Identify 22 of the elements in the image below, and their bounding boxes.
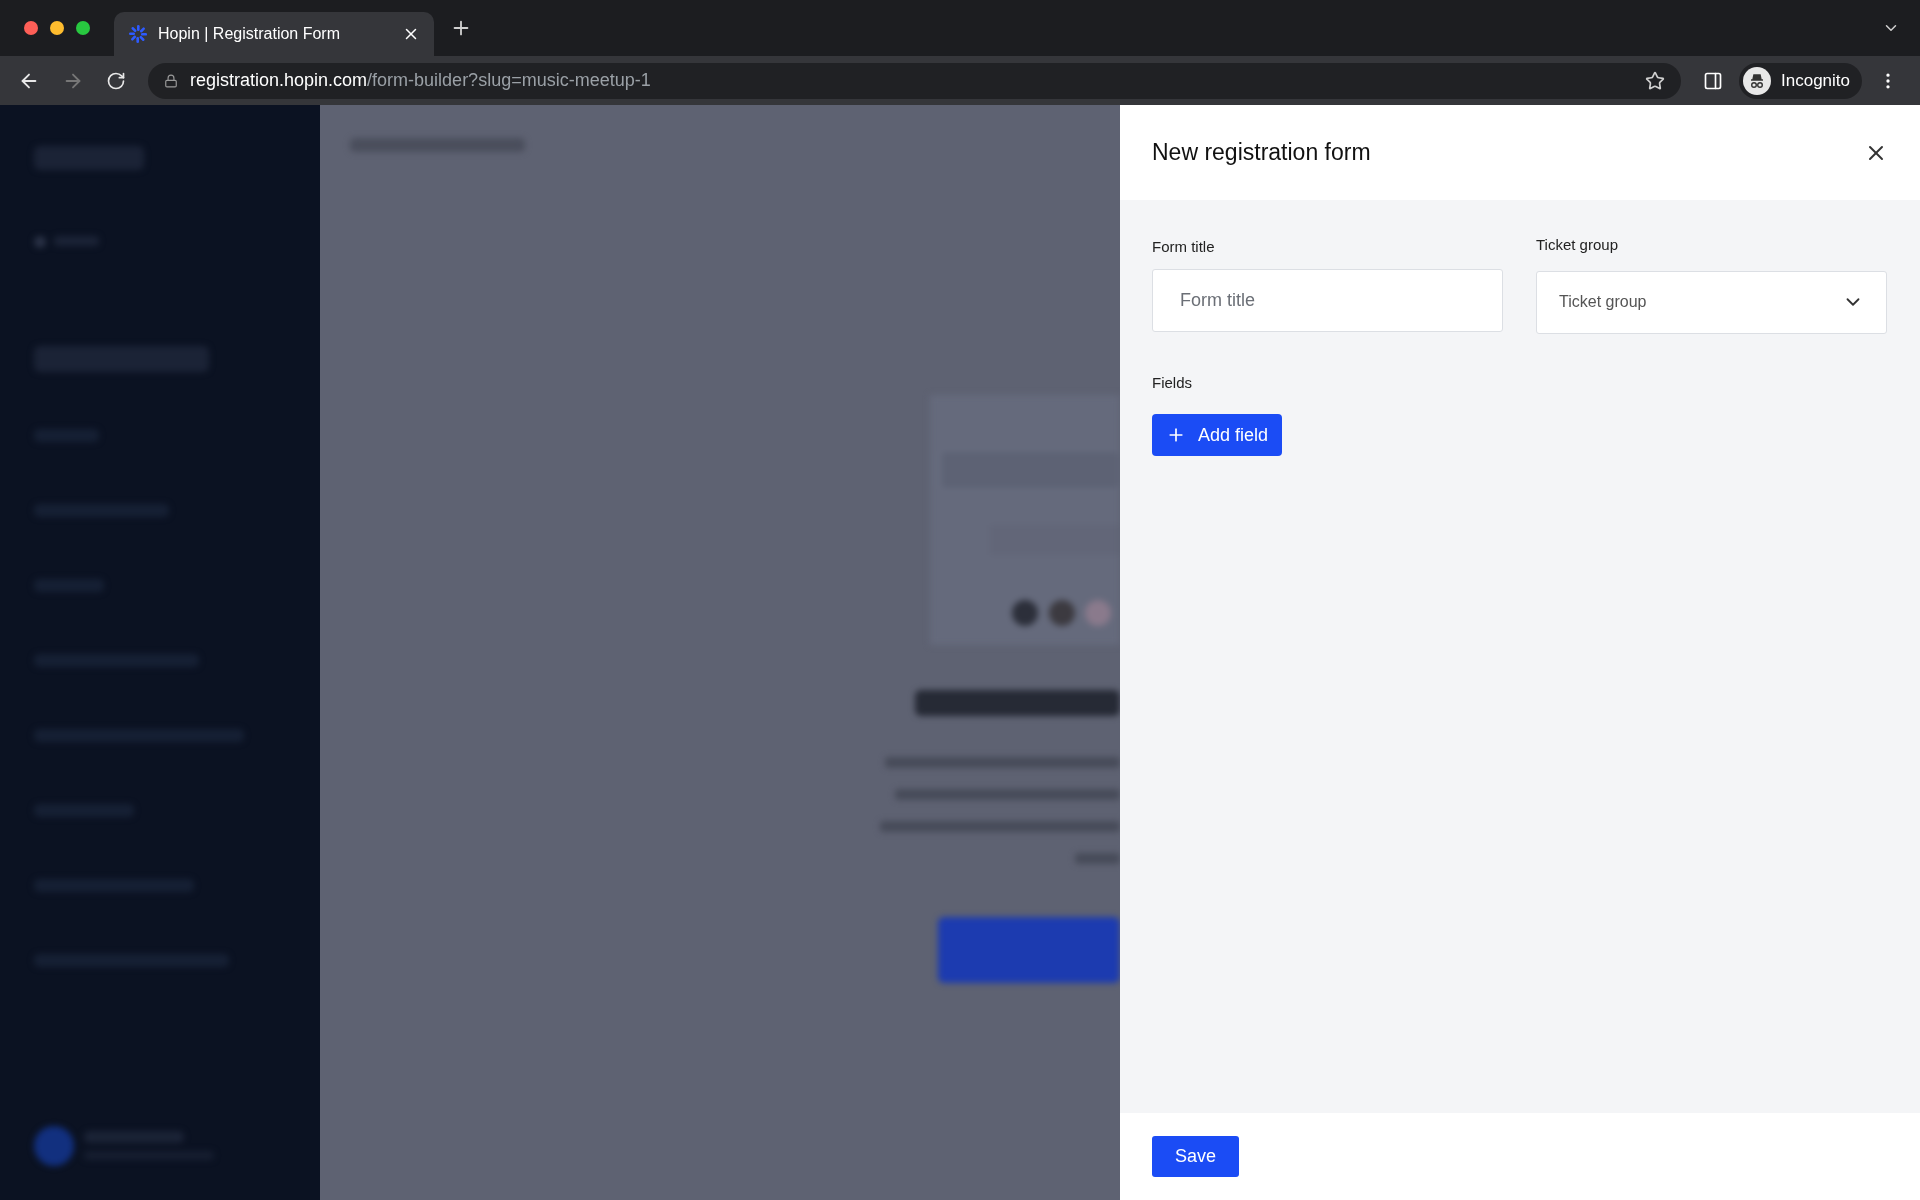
incognito-icon: [1743, 66, 1771, 95]
lock-icon: [164, 73, 178, 88]
form-title-input[interactable]: Form title: [1152, 268, 1503, 332]
field-label: Ticket group: [1536, 235, 1619, 255]
spinner-logo-icon: [128, 24, 148, 44]
side-panel-icon[interactable]: [1703, 70, 1723, 91]
field-label: Form title: [1152, 237, 1216, 257]
minimize-window-icon[interactable]: [50, 21, 64, 35]
incognito-profile-button[interactable]: Incognito: [1739, 62, 1862, 99]
reload-icon[interactable]: [106, 70, 126, 91]
ticket-group-select[interactable]: Ticket group: [1536, 270, 1887, 334]
address-bar[interactable]: registration.hopin.com/form-builder?slug=music-meetup-1: [148, 62, 1681, 99]
drawer-title: New registration form: [1152, 138, 1371, 168]
zoom-window-icon[interactable]: [76, 21, 90, 35]
fields-label: Fields: [1152, 372, 1192, 393]
url-text: registration.hopin.com/form-builder?slug=music-meetup-1: [190, 69, 652, 92]
bookmark-star-icon[interactable]: [1645, 70, 1665, 91]
save-button[interactable]: Save: [1152, 1136, 1240, 1177]
tab-title: Hopin | Registration Form: [158, 24, 341, 44]
add-field-button[interactable]: Add field: [1152, 414, 1283, 456]
close-window-icon[interactable]: [24, 21, 38, 35]
browser-tab[interactable]: Hopin | Registration Form: [114, 12, 434, 56]
